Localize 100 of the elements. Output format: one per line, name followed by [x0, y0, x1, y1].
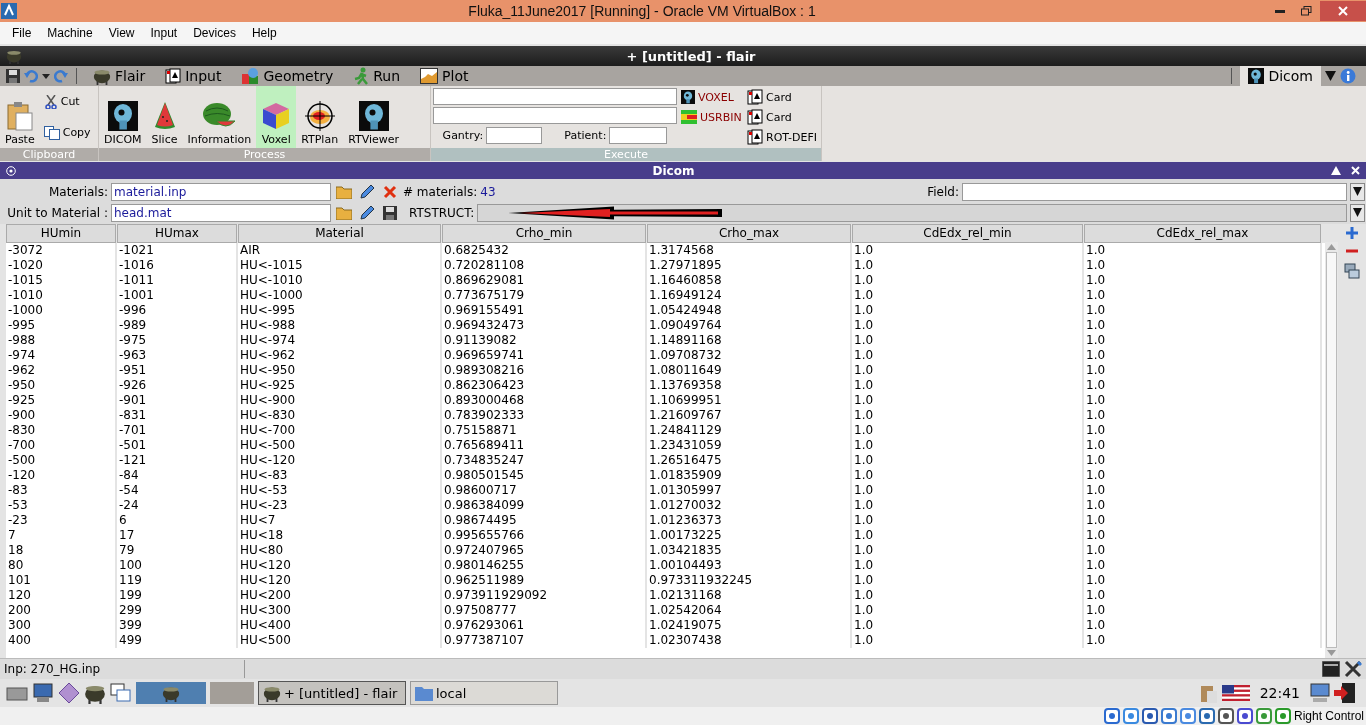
table-cell: 1.0	[1084, 423, 1322, 438]
menu-item[interactable]: Machine	[39, 26, 101, 40]
ribbon-button[interactable]: DICOM	[99, 86, 147, 148]
rtstruct-dropdown[interactable]	[477, 203, 1347, 222]
table-cell: -1011	[117, 273, 238, 288]
table-cell: 1.10699951	[647, 393, 852, 408]
table-cell: HU<200	[238, 588, 442, 603]
column-header[interactable]: Material	[238, 224, 441, 243]
toolbar-tab[interactable]: Input	[157, 66, 230, 86]
taskbar-task[interactable]: + [untitled] - flair	[258, 681, 406, 705]
info-icon[interactable]	[1340, 68, 1356, 84]
collapse-icon[interactable]	[1331, 166, 1341, 175]
taskbar-task[interactable]: local	[410, 681, 558, 705]
geometry-shapes-icon	[241, 67, 260, 85]
ribbon-button[interactable]: RTPlan	[296, 86, 344, 148]
link[interactable]: VOXEL	[698, 90, 734, 104]
patient-field[interactable]	[609, 126, 668, 144]
column-header[interactable]: HUmax	[117, 224, 237, 243]
table-cell: HU<-83	[238, 468, 442, 483]
table-cell: 1.0	[1084, 408, 1322, 423]
toolbar-tab[interactable]: Geometry	[233, 66, 342, 86]
paste-button[interactable]: Paste	[0, 86, 40, 148]
column-header[interactable]: Crho_min	[442, 224, 646, 243]
ribbon-button[interactable]: Slice	[146, 86, 183, 148]
computer-icon[interactable]	[1310, 683, 1330, 703]
add-icon[interactable]	[1345, 226, 1359, 240]
table-cell: -963	[117, 348, 238, 363]
toolbar-tab[interactable]: Plot	[412, 66, 477, 86]
close-icon[interactable]	[1351, 166, 1360, 175]
toolbar-tab[interactable]: Flair	[85, 66, 154, 86]
table-cell: 1.0	[1084, 243, 1322, 258]
tools-icon[interactable]	[1344, 660, 1362, 678]
toolbar-tab[interactable]: Run	[345, 66, 409, 86]
table-cell: 1.0	[1084, 603, 1322, 618]
dropdown-arrow-icon[interactable]	[1325, 71, 1336, 81]
menu-item[interactable]: Input	[142, 26, 186, 40]
delete-icon	[383, 184, 397, 199]
save-button[interactable]	[380, 203, 400, 222]
caret-icon[interactable]	[42, 73, 50, 79]
edit-button[interactable]	[357, 182, 377, 201]
pencil-icon	[359, 204, 375, 221]
table-cell: 6	[117, 513, 238, 528]
table-cell: 1.0	[1084, 288, 1322, 303]
link[interactable]: USRBIN	[700, 110, 742, 124]
workspace-button[interactable]	[136, 682, 206, 704]
exit-door-icon[interactable]	[1334, 682, 1356, 704]
ribbon-button[interactable]: RTViewer	[343, 86, 405, 148]
table-cell: -23	[6, 513, 117, 528]
column-header[interactable]: CdEdx_rel_max	[1084, 224, 1321, 243]
window-title: Fluka_11June2017 [Running] - Oracle VM VirtualBox : 1	[467, 3, 817, 19]
cut-button[interactable]: Cut	[39, 92, 95, 111]
table-cell: 1.01270032	[647, 498, 852, 513]
table-cell: 1.26516475	[647, 453, 852, 468]
ribbon-button[interactable]: Information	[182, 86, 257, 148]
menu-item[interactable]: View	[100, 26, 143, 40]
menu-item[interactable]: Devices	[185, 26, 244, 40]
dropdown-button[interactable]	[1350, 182, 1365, 201]
input-field[interactable]	[433, 88, 677, 105]
rtstruct-label: RTSTRUCT:	[409, 205, 475, 220]
ribbon-button[interactable]: Voxel	[256, 86, 297, 148]
table-cell: 0.986384099	[442, 498, 647, 513]
materials-field[interactable]: material.inp	[111, 182, 331, 201]
card-label: ROT-DEFI	[766, 130, 817, 144]
table-cell: 1.0	[852, 498, 1084, 513]
table-cell: 7	[6, 528, 117, 543]
clipboard-icon[interactable]	[1199, 683, 1218, 703]
save-icon[interactable]	[6, 69, 20, 83]
table-cell: 1.0	[852, 573, 1084, 588]
toolbar-tab[interactable]: Dicom	[1240, 66, 1321, 86]
gantry-field[interactable]	[486, 126, 543, 144]
table-cell: HU<-700	[238, 423, 442, 438]
terminal-icon[interactable]	[1322, 661, 1340, 677]
table-cell: HU<-53	[238, 483, 442, 498]
table-cell: 1.0	[1084, 453, 1322, 468]
unit-to-material-field[interactable]: head.mat	[111, 203, 331, 222]
table-cell: 1.13769358	[647, 378, 852, 393]
dropdown-button[interactable]	[1350, 203, 1365, 222]
drive-icon[interactable]	[6, 684, 28, 702]
menu-item[interactable]: Help	[243, 26, 285, 40]
column-header[interactable]: CdEdx_rel_min	[852, 224, 1083, 243]
table-cell: -700	[6, 438, 117, 453]
edit-button[interactable]	[357, 203, 377, 222]
column-header[interactable]: HUmin	[6, 224, 116, 243]
save-icon	[383, 205, 397, 220]
input-field[interactable]	[433, 107, 677, 124]
table-cell: 1.0	[1084, 588, 1322, 603]
scrollbar[interactable]	[1325, 242, 1338, 658]
table-cell: HU<-120	[238, 453, 442, 468]
table-cell: 120	[6, 588, 117, 603]
close-button[interactable]	[1320, 1, 1366, 21]
copy-button[interactable]: Copy	[39, 123, 95, 142]
field-dropdown[interactable]	[962, 182, 1347, 201]
diamond-icon[interactable]	[58, 682, 80, 704]
column-header[interactable]: Crho_max	[647, 224, 851, 243]
flag-icon[interactable]	[1221, 685, 1250, 701]
table-cell: 1.0	[1084, 513, 1322, 528]
materials-label: Materials:	[47, 184, 108, 199]
app-title: + [untitled] - flair	[625, 48, 757, 64]
monitor-icon[interactable]	[32, 683, 54, 703]
menu-item[interactable]: File	[4, 26, 40, 40]
